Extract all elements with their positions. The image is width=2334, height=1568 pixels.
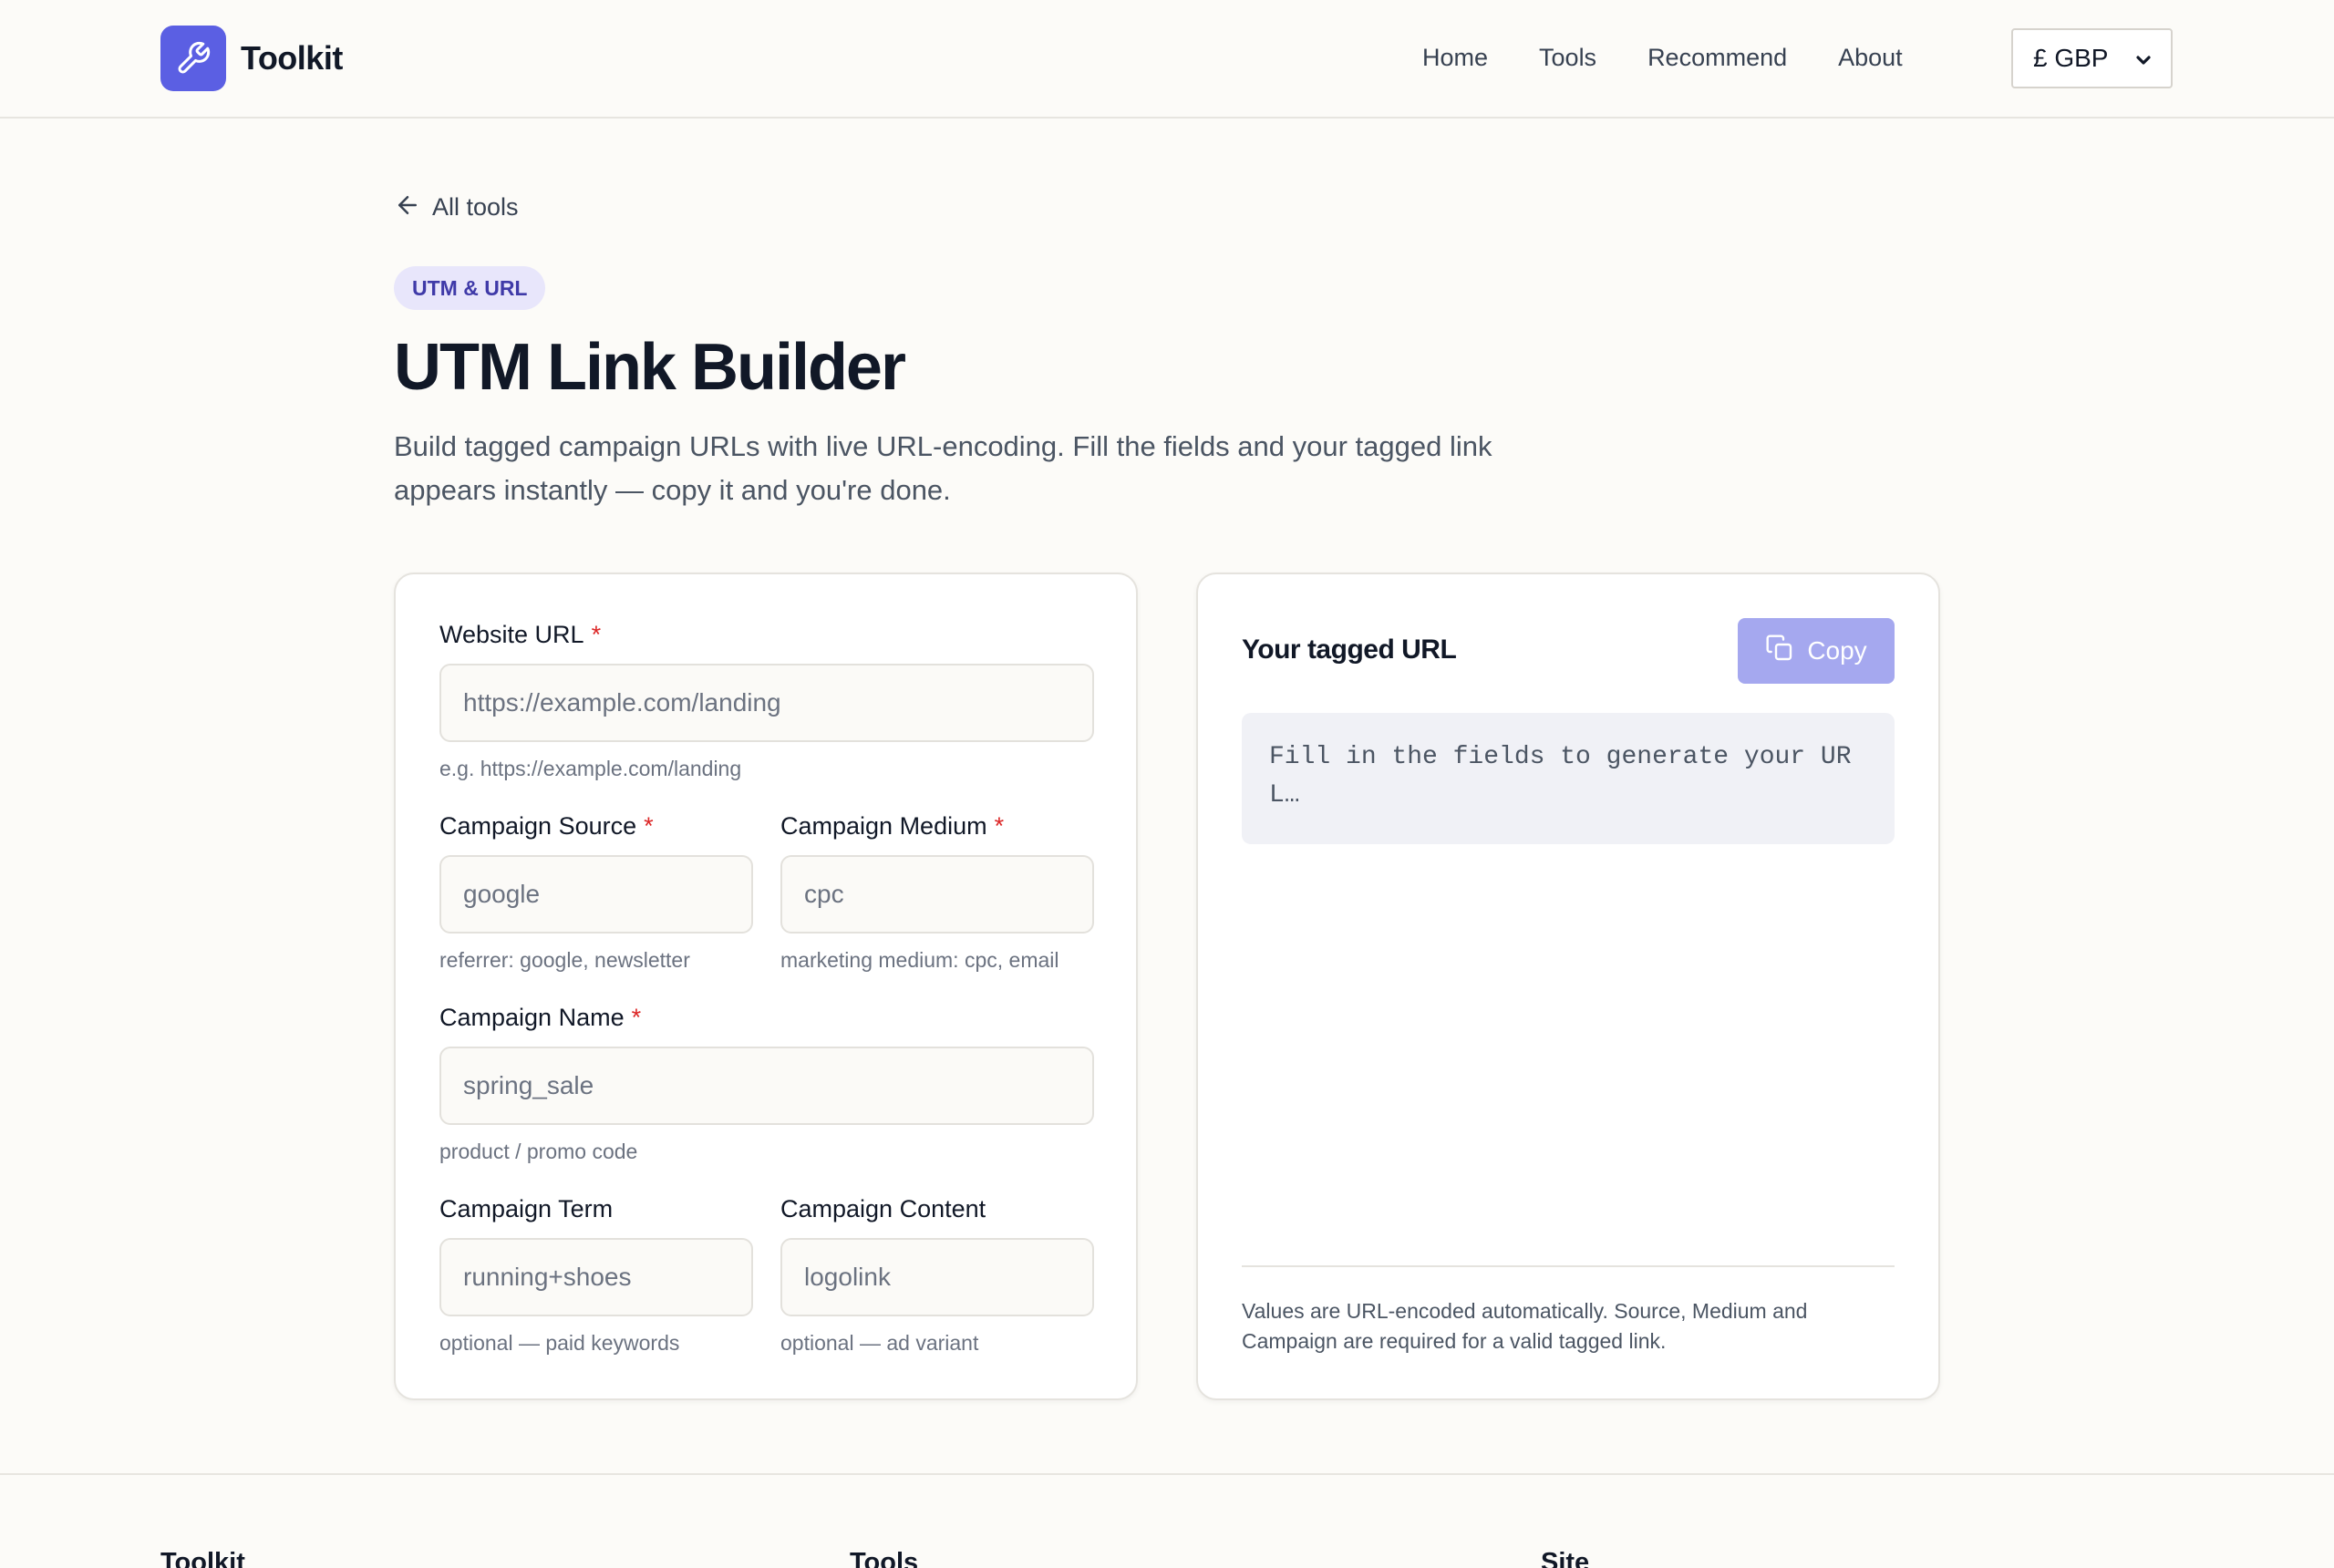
copy-icon [1765, 634, 1794, 669]
footer-heading-site: Site [1541, 1548, 1590, 1568]
campaign-source-field: Campaign Source* referrer: google, newsl… [439, 810, 753, 972]
chevron-down-icon [2133, 48, 2154, 77]
website-url-input[interactable] [439, 664, 1094, 742]
required-marker: * [994, 812, 1005, 840]
campaign-medium-hint: marketing medium: cpc, email [780, 948, 1059, 972]
campaign-name-field: Campaign Name* product / promo code [439, 1001, 1094, 1163]
campaign-content-label: Campaign Content [780, 1195, 986, 1222]
page-title: UTM Link Builder [394, 331, 906, 404]
page-description: Build tagged campaign URLs with live URL… [394, 430, 1492, 506]
campaign-medium-input[interactable] [780, 855, 1094, 934]
website-url-hint: e.g. https://example.com/landing [439, 757, 742, 780]
tagged-url-output[interactable]: Fill in the fields to generate your UR L… [1242, 713, 1895, 844]
required-marker: * [644, 812, 654, 840]
campaign-content-input[interactable] [780, 1238, 1094, 1316]
website-url-label: Website URL [439, 621, 584, 648]
copy-button-label: Copy [1807, 636, 1867, 665]
required-marker: * [631, 1004, 642, 1031]
encoding-note: Values are URL-encoded automatically. So… [1242, 1299, 1808, 1353]
currency-value: £ GBP [2033, 44, 2109, 72]
nav-tools[interactable]: Tools [1539, 44, 1596, 72]
nav-recommend[interactable]: Recommend [1647, 44, 1787, 72]
utm-form-card: Website URL * e.g. https://example.com/la… [394, 573, 1138, 1400]
nav-home[interactable]: Home [1422, 44, 1488, 72]
campaign-source-hint: referrer: google, newsletter [439, 948, 690, 972]
divider [1242, 1265, 1895, 1267]
copy-button[interactable]: Copy [1738, 618, 1895, 684]
footer-brand: Toolkit [160, 1548, 245, 1568]
campaign-term-label: Campaign Term [439, 1195, 614, 1222]
required-marker: * [591, 621, 602, 648]
currency-select[interactable]: £ GBP [2011, 28, 2173, 88]
arrow-left-icon [394, 191, 421, 223]
campaign-content-hint: optional — ad variant [780, 1331, 979, 1355]
brand[interactable]: Toolkit [160, 26, 343, 91]
site-header: Toolkit Home Tools Recommend About £ GBP [0, 0, 2334, 119]
campaign-term-hint: optional — paid keywords [439, 1331, 680, 1355]
output-title: Your tagged URL [1242, 634, 1457, 665]
category-tag: UTM & URL [394, 266, 546, 310]
main-nav: Home Tools Recommend About [1422, 27, 1954, 88]
campaign-medium-field: Campaign Medium* marketing medium: cpc, … [780, 810, 1094, 972]
campaign-name-label: Campaign Name [439, 1004, 625, 1031]
nav-about[interactable]: About [1838, 44, 1903, 72]
footer-heading-tools: Tools [850, 1548, 919, 1568]
tagged-url-card: Your tagged URL Copy Fill in the fields … [1196, 573, 1940, 1400]
brand-name: Toolkit [241, 39, 343, 77]
campaign-term-input[interactable] [439, 1238, 753, 1316]
website-url-field: Website URL * e.g. https://example.com/la… [439, 618, 1094, 780]
footer-divider [0, 1473, 2334, 1475]
campaign-term-field: Campaign Term optional — paid keywords [439, 1192, 753, 1355]
campaign-content-field: Campaign Content optional — ad variant [780, 1192, 1094, 1355]
campaign-medium-label: Campaign Medium [780, 812, 987, 840]
campaign-source-label: Campaign Source [439, 812, 637, 840]
campaign-name-hint: product / promo code [439, 1140, 638, 1163]
back-link-label: All tools [432, 193, 519, 221]
wrench-icon [160, 26, 226, 91]
back-link[interactable]: All tools [394, 191, 519, 223]
campaign-name-input[interactable] [439, 1047, 1094, 1125]
campaign-source-input[interactable] [439, 855, 753, 934]
